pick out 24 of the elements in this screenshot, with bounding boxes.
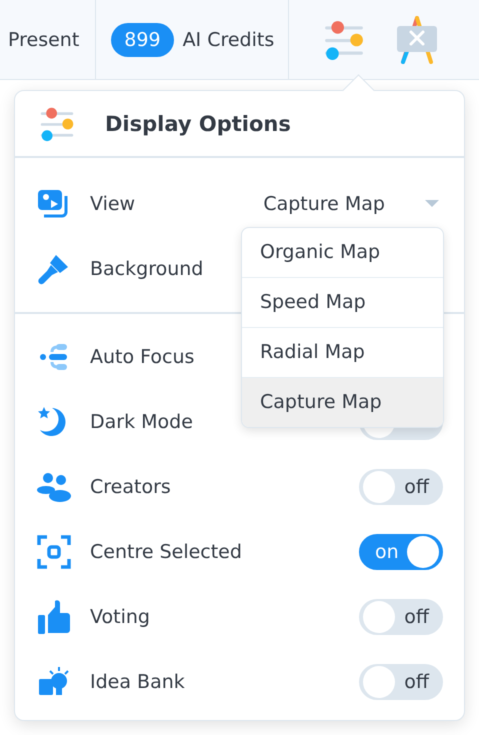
easel-icon[interactable] [395,16,440,64]
credits-label: AI Credits [182,28,274,50]
toggle-switch[interactable]: off [359,468,443,504]
option-label: Idea Bank [90,670,185,692]
option-label: Dark Mode [90,410,193,432]
toggle-switch[interactable]: off [359,598,443,634]
option-label: View [90,192,136,214]
toggle-switch[interactable]: off [359,664,443,700]
option-label: Auto Focus [90,346,194,368]
option-label: Background [90,258,204,280]
menu-option[interactable]: Speed Map [242,277,443,327]
option-label: Creators [90,476,171,498]
sliders-icon [39,106,75,142]
panel-title: Display Options [105,112,291,136]
option-label: Voting [90,606,150,628]
option-label: Centre Selected [90,540,242,562]
credits-badge: 899 [111,22,174,56]
thumbs-up-icon [36,598,72,634]
focus-frame-icon [36,534,72,570]
menu-option[interactable]: Organic Map [242,228,443,277]
present-label[interactable]: Present [8,28,80,50]
view-select[interactable]: Capture Map [259,188,443,218]
menu-option[interactable]: Capture Map [242,377,443,427]
sliders-icon[interactable] [323,18,366,60]
